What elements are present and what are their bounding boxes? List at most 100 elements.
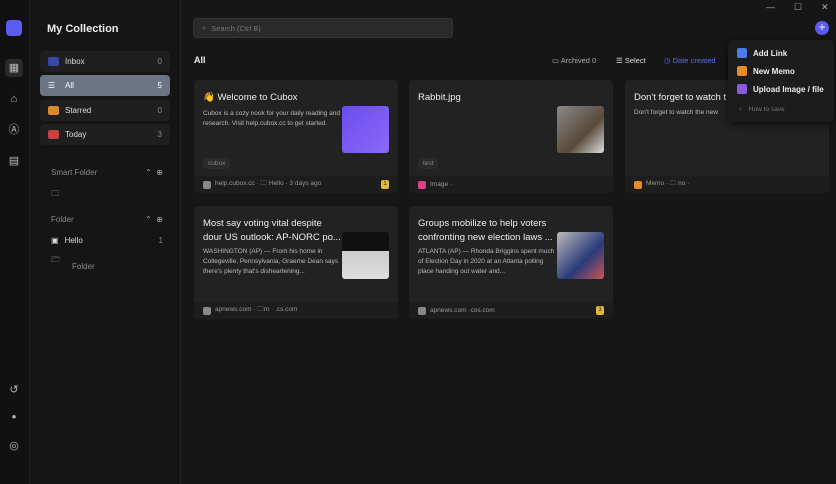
memo-icon xyxy=(634,180,642,189)
calendar-icon xyxy=(48,130,59,139)
card-title: 👋 Welcome to Cubox xyxy=(203,92,298,103)
card-desc: Cubox is a cozy nook for your daily read… xyxy=(203,110,340,127)
archived-button[interactable]: ▭ Archived 0 xyxy=(552,56,596,65)
label: New Memo xyxy=(753,66,795,76)
card-meta: apnews.com ·cos.com xyxy=(430,307,495,314)
select-button[interactable]: ☰ Select xyxy=(616,56,646,65)
card-thumbnail xyxy=(557,232,604,279)
minimize-button[interactable]: — xyxy=(766,2,775,12)
card-thumbnail xyxy=(342,106,389,153)
card-desc: WASHINGTON (AP) — From his home in Colle… xyxy=(203,248,339,275)
sidebar-item-starred[interactable]: Starred 0 xyxy=(40,100,170,121)
how-to-save-link[interactable]: ♀ How to save xyxy=(728,102,834,116)
card[interactable]: 👋 Welcome to Cubox Cubox is a cozy nook … xyxy=(194,80,398,193)
menu-item-upload[interactable]: Upload Image / file xyxy=(728,80,834,98)
count: 0 xyxy=(157,106,162,115)
card-meta: apnews.com · 🗀m · .cs.com xyxy=(215,306,298,313)
card-desc: ATLANTA (AP) — Rhonda Briggins spent muc… xyxy=(418,248,555,275)
label: Starred xyxy=(65,106,92,115)
label: Add Link xyxy=(753,48,788,58)
count: 1 xyxy=(158,236,163,245)
highlight-badge: 3 xyxy=(596,306,604,315)
smart-folder-icon[interactable]: 🗀 xyxy=(51,188,163,202)
card-footer: help.cubox.cc · 🗀 Hello · 3 days ago 1 xyxy=(194,176,398,193)
app-logo xyxy=(6,20,22,36)
settings-icon[interactable]: ◎ xyxy=(5,437,23,455)
select-label: Select xyxy=(624,56,646,65)
archived-label: Archived 0 xyxy=(560,56,597,65)
close-button[interactable]: ✕ xyxy=(821,2,829,13)
search-placeholder: Search (Ctrl B) xyxy=(211,23,261,33)
dot-icon[interactable]: ● xyxy=(5,408,23,426)
main-area: ⌕ Search (Ctrl B) — ☐ ✕ + All ▭ Archived … xyxy=(181,0,836,484)
archive-icon[interactable]: ▤ xyxy=(5,152,23,170)
compass-icon[interactable]: Ⓐ xyxy=(5,121,23,139)
label: How to save xyxy=(748,105,785,113)
card-title: Groups mobilize to help voters confronti… xyxy=(418,218,553,243)
section-label: Folder xyxy=(51,215,74,224)
card-title: Rabbit.jpg xyxy=(418,92,461,103)
label: Hello xyxy=(64,236,83,245)
folder-header: Folder ⌃ ⊕ xyxy=(51,215,163,224)
card-tag[interactable]: cubox xyxy=(203,158,231,169)
page-title: All xyxy=(194,55,206,65)
upload-icon xyxy=(737,84,747,94)
card-meta: Memo · 🗀 no · xyxy=(646,180,690,187)
card-thumbnail xyxy=(557,106,604,153)
grid-icon[interactable]: ▦ xyxy=(5,59,23,77)
card-thumbnail xyxy=(342,232,389,279)
label: Inbox xyxy=(65,57,85,66)
lightbulb-icon: ♀ xyxy=(738,105,743,113)
card-title: Most say voting vital despite dour US ou… xyxy=(203,218,341,243)
sidebar-item-inbox[interactable]: Inbox 0 xyxy=(40,51,170,72)
card-meta: help.cubox.cc · 🗀 Hello · 3 days ago xyxy=(215,180,322,187)
star-icon xyxy=(48,106,59,115)
inbox-icon xyxy=(48,57,59,66)
tag-icon[interactable]: ⌂ xyxy=(5,90,23,108)
icon-rail: ▦ ⌂ Ⓐ ▤ ↺ ● ◎ xyxy=(0,0,30,484)
card[interactable]: Groups mobilize to help voters confronti… xyxy=(409,206,613,319)
card-tag[interactable]: test xyxy=(418,158,439,169)
count: 0 xyxy=(157,57,162,66)
sidebar-item-today[interactable]: Today 3 xyxy=(40,124,170,145)
menu-item-add-link[interactable]: Add Link xyxy=(728,44,834,62)
search-input[interactable]: ⌕ Search (Ctrl B) xyxy=(193,18,453,38)
add-menu: Add Link New Memo Upload Image / file ♀ H… xyxy=(728,40,834,122)
count: 5 xyxy=(157,81,162,90)
sidebar-title: My Collection xyxy=(47,23,119,35)
add-button[interactable]: + xyxy=(815,21,829,35)
card[interactable]: Most say voting vital despite dour US ou… xyxy=(194,206,398,319)
site-icon xyxy=(203,306,211,315)
history-icon[interactable]: ↺ xyxy=(5,381,23,399)
image-icon xyxy=(418,180,426,189)
smart-folder-header: Smart Folder ⌃ ⊕ xyxy=(51,168,163,177)
card[interactable]: Rabbit.jpg test Image · xyxy=(409,80,613,193)
card-footer: apnews.com ·cos.com 3 xyxy=(409,302,613,319)
card-meta: Image · xyxy=(430,181,453,188)
label: Today xyxy=(65,130,87,139)
folder-icon: ▣ xyxy=(51,236,59,245)
highlight-badge: 1 xyxy=(381,180,389,189)
count: 3 xyxy=(157,130,162,139)
memo-icon xyxy=(737,66,747,76)
sort-button[interactable]: ◷ Date created xyxy=(664,56,716,65)
collapse-add-icons[interactable]: ⌃ ⊕ xyxy=(145,215,163,224)
site-icon xyxy=(203,180,211,189)
collapse-add-icons[interactable]: ⌃ ⊕ xyxy=(145,168,163,177)
menu-item-new-memo[interactable]: New Memo xyxy=(728,62,834,80)
sort-label: Date created xyxy=(672,56,716,65)
site-icon xyxy=(418,306,426,315)
label: All xyxy=(65,81,74,90)
new-folder-input[interactable]: Folder xyxy=(72,262,184,271)
card-footer: Memo · 🗀 no · xyxy=(625,176,829,193)
label: Upload Image / file xyxy=(753,84,824,94)
search-icon: ⌕ xyxy=(202,23,207,32)
maximize-button[interactable]: ☐ xyxy=(794,2,802,13)
section-label: Smart Folder xyxy=(51,168,98,177)
sidebar-item-all[interactable]: ☰ All 5 xyxy=(40,75,170,96)
card-footer: Image · xyxy=(409,176,613,193)
folder-item-hello[interactable]: ▣ Hello 1 xyxy=(51,236,163,245)
list-icon: ☰ xyxy=(48,81,56,90)
link-icon xyxy=(737,48,747,58)
sidebar: My Collection Inbox 0 ☰ All 5 Starred 0 Toda… xyxy=(31,0,181,484)
